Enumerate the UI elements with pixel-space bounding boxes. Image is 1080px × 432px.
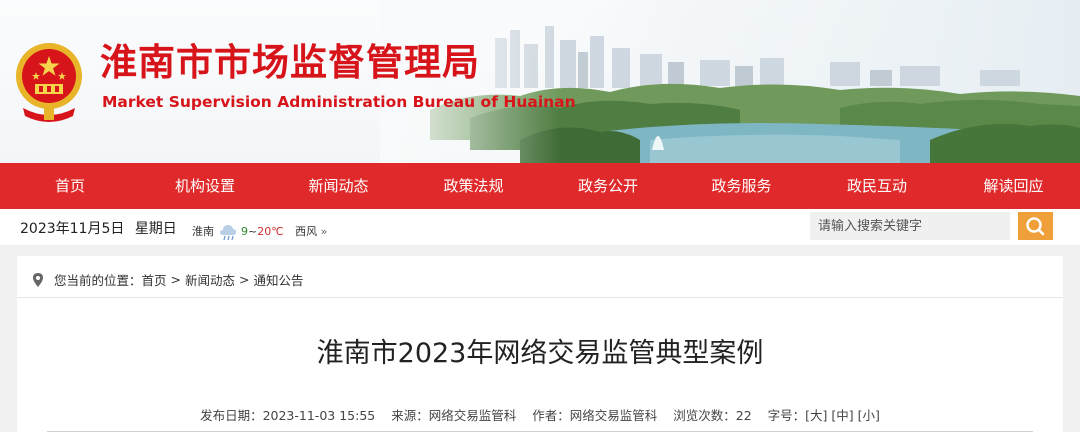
- font-large-button[interactable]: [大]: [805, 408, 827, 423]
- font-medium-button[interactable]: [中]: [831, 408, 853, 423]
- nav-interaction[interactable]: 政民互动: [807, 163, 947, 209]
- breadcrumb: 您当前的位置： 首页 > 新闻动态 > 通知公告: [32, 270, 304, 289]
- weather-city: 淮南: [192, 225, 214, 238]
- breadcrumb-news[interactable]: 新闻动态: [185, 270, 235, 289]
- article-title: 淮南市2023年网络交易监管典型案例: [316, 338, 764, 369]
- search-input[interactable]: [810, 212, 1010, 240]
- nav-policies[interactable]: 政策法规: [407, 163, 540, 209]
- nav-home[interactable]: 首页: [0, 163, 140, 209]
- breadcrumb-separator: >: [239, 272, 250, 287]
- weekday-value: 星期日: [134, 221, 177, 237]
- publish-date: 发布日期：2023-11-03 15:55: [200, 408, 376, 423]
- cloud-rain-icon: [219, 225, 236, 241]
- font-size-controls: 字号：[大] [中] [小]: [767, 408, 880, 423]
- article-meta: 发布日期：2023-11-03 15:55 来源：网络交易监管科 作者：网络交易…: [17, 405, 1063, 424]
- breadcrumb-home[interactable]: 首页: [142, 270, 167, 289]
- divider: [17, 297, 1063, 298]
- main-nav: 首页 机构设置 新闻动态 政策法规 政务公开 政务服务 政民互动 解读回应: [0, 163, 1080, 209]
- national-emblem-icon: [16, 43, 82, 122]
- info-bar: 2023年11月5日 星期日 淮南 9~20℃ 西风 »: [0, 209, 1080, 245]
- nav-interpretation[interactable]: 解读回应: [947, 163, 1080, 209]
- nav-news[interactable]: 新闻动态: [270, 163, 407, 209]
- site-subtitle: Market Supervision Administration Bureau…: [102, 93, 576, 111]
- location-pin-icon: [33, 272, 43, 287]
- chevron-right-icon: »: [320, 225, 328, 238]
- weather-temp-separator: ~: [248, 225, 258, 238]
- weather-wind: 西风: [295, 225, 318, 238]
- view-count: 浏览次数：22: [673, 408, 752, 423]
- date-value: 2023年11月5日: [20, 221, 125, 237]
- nav-services[interactable]: 政务服务: [676, 163, 807, 209]
- nav-organization[interactable]: 机构设置: [140, 163, 270, 209]
- weather-temp-low: 9: [241, 225, 248, 238]
- weather-temp-high: 20℃: [257, 225, 284, 238]
- header-banner: 淮南市市场监督管理局 Market Supervision Administra…: [0, 0, 1080, 163]
- article-author: 作者：网络交易监管科: [532, 408, 658, 423]
- article-panel: 您当前的位置： 首页 > 新闻动态 > 通知公告 淮南市2023年网络交易监管典…: [17, 256, 1063, 432]
- article-source: 来源：网络交易监管科: [391, 408, 517, 423]
- current-date: 2023年11月5日 星期日: [20, 218, 177, 238]
- breadcrumb-separator: >: [170, 272, 182, 287]
- breadcrumb-notices[interactable]: 通知公告: [254, 270, 304, 289]
- search-icon: [1026, 217, 1045, 236]
- nav-government-affairs[interactable]: 政务公开: [540, 163, 676, 209]
- weather-widget[interactable]: 淮南 9~20℃ 西风 »: [192, 220, 327, 242]
- site-title: 淮南市市场监督管理局: [100, 41, 480, 84]
- breadcrumb-prefix: 您当前的位置：: [54, 273, 142, 288]
- search-button[interactable]: [1018, 212, 1053, 240]
- font-small-button[interactable]: [小]: [858, 408, 880, 423]
